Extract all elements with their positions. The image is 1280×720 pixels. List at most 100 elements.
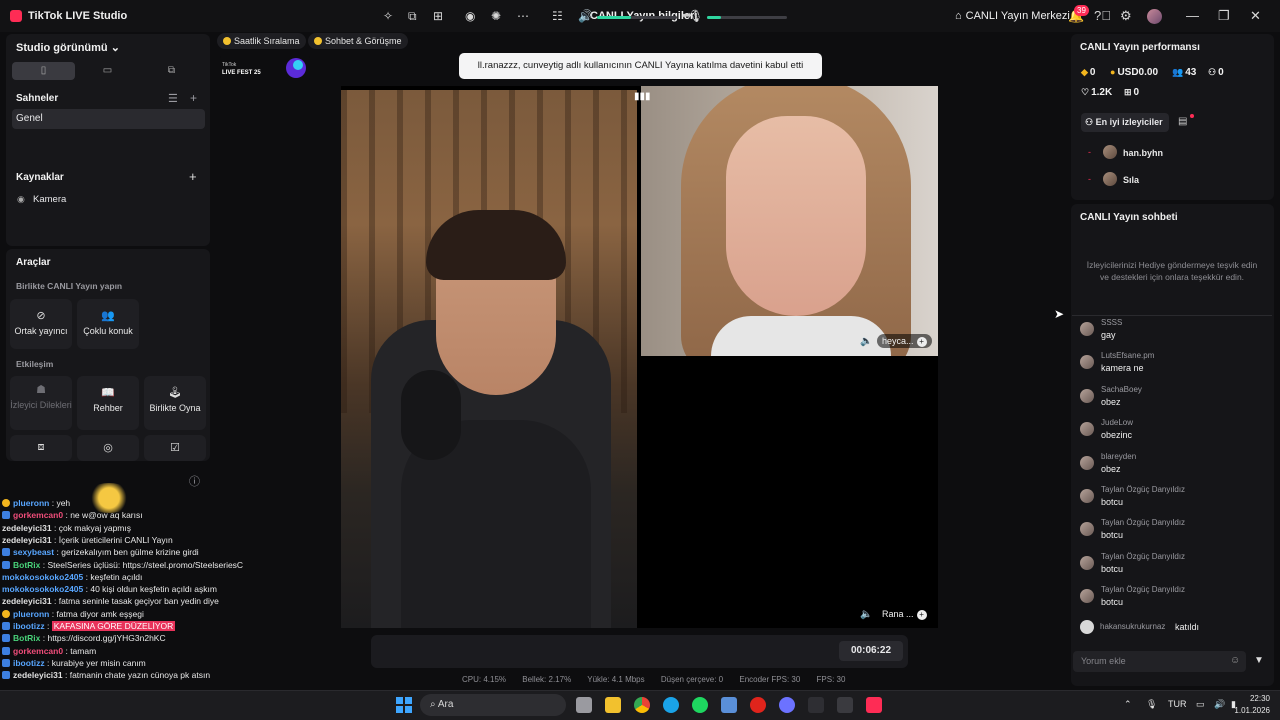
app-icon[interactable] xyxy=(808,697,824,713)
chat-username[interactable]: mokokosokoko2405 xyxy=(2,572,83,582)
language-indicator[interactable]: TUR xyxy=(1168,699,1187,709)
dual-view-button[interactable]: ⧉ xyxy=(140,62,203,80)
edge-icon[interactable] xyxy=(663,697,679,713)
chat-username[interactable]: BotRix xyxy=(13,560,40,570)
comment-input[interactable]: Yorum ekle xyxy=(1073,651,1246,672)
chat-username[interactable]: BotRix xyxy=(13,633,40,643)
chat-username[interactable]: Taylan Özgüç Danyıldız xyxy=(1101,552,1185,561)
top-viewer-1[interactable]: han.byhn xyxy=(1103,145,1163,159)
help-circle-icon[interactable]: ⓘ xyxy=(189,473,200,489)
steam-icon[interactable] xyxy=(721,697,737,713)
microphone-icon[interactable]: 🎙 xyxy=(1146,699,1157,710)
opera-icon[interactable] xyxy=(750,697,766,713)
cohost-button[interactable]: ⊘ Ortak yayıncı xyxy=(10,299,72,349)
source-item-camera[interactable]: Kamera xyxy=(33,194,66,205)
play-together-button[interactable]: 🕹 Birlikte Oyna xyxy=(144,376,206,430)
volume-icon[interactable]: 🔊 xyxy=(1214,699,1225,710)
microphone-icon[interactable]: 🎙 xyxy=(688,9,703,23)
chrome-icon[interactable] xyxy=(634,697,650,713)
chat-username[interactable]: gorkemcan0 xyxy=(13,510,63,520)
chat-username[interactable]: gorkemcan0 xyxy=(13,646,63,656)
chat-username[interactable]: Taylan Özgüç Danyıldız xyxy=(1101,485,1185,494)
chat-username[interactable]: zedeleyici31 xyxy=(2,523,52,533)
spotify-icon[interactable] xyxy=(692,697,708,713)
sliders-icon[interactable]: ☷ xyxy=(552,9,563,23)
speaker-icon[interactable]: 🔈 xyxy=(860,336,872,347)
minimize-icon[interactable]: — xyxy=(1186,8,1199,23)
windows-start-icon[interactable] xyxy=(396,697,412,713)
file-explorer-icon[interactable] xyxy=(605,697,621,713)
join-user[interactable]: hakansukrukurnaz xyxy=(1100,622,1165,631)
hourly-ranking-chip[interactable]: Saatlik Sıralama xyxy=(217,33,306,49)
monitor-icon[interactable]: ▭ xyxy=(1196,699,1205,710)
chat-message: obezinc xyxy=(1101,430,1133,441)
list-icon[interactable]: ☰ xyxy=(168,92,178,105)
viewer-requests-button[interactable]: ☗ İzleyici Dilekleri xyxy=(10,376,72,430)
maximize-icon[interactable]: ❐ xyxy=(1218,8,1230,24)
chat-username[interactable]: mokokosokoko2405 xyxy=(2,584,83,594)
add-media-icon[interactable]: ⊞ xyxy=(433,9,443,23)
chat-username[interactable]: zedeleyici31 xyxy=(2,535,52,545)
chat-username[interactable]: ibootizz xyxy=(13,658,45,668)
close-icon[interactable]: ✕ xyxy=(1250,8,1261,24)
top-viewers-tab[interactable]: ⚇ En iyi izleyiciler xyxy=(1081,113,1169,132)
chevron-up-icon[interactable]: ⌃ xyxy=(1124,699,1132,710)
more-icon[interactable]: ⋯ xyxy=(517,9,529,23)
portrait-view-button[interactable]: ▯ xyxy=(12,62,75,80)
scenes-title: Sahneler xyxy=(16,93,59,104)
landscape-view-button[interactable]: ▭ xyxy=(76,62,139,80)
avatar xyxy=(1080,388,1094,403)
magic-wand-icon[interactable]: ✧ xyxy=(383,9,393,23)
top-viewer-2[interactable]: Sıla xyxy=(1103,172,1139,186)
clock-date[interactable]: 1.01.2026 xyxy=(1231,706,1270,715)
avatar[interactable] xyxy=(1147,9,1162,24)
guide-button[interactable]: 📖 Rehber xyxy=(77,376,139,430)
tool-extra-3[interactable]: ☑ xyxy=(144,435,206,461)
tool-extra-1[interactable]: ⧈ xyxy=(10,435,72,461)
add-source-icon[interactable]: + xyxy=(189,169,197,184)
filter-icon[interactable]: ▼ xyxy=(1254,655,1264,666)
guest2-label[interactable]: Rana ... + xyxy=(877,607,932,621)
scene-item-genel[interactable]: Genel xyxy=(12,109,205,129)
help-icon[interactable]: ?⃝ xyxy=(1094,8,1111,23)
record-icon[interactable]: ◉ xyxy=(465,9,475,23)
chat-username[interactable]: Taylan Özgüç Danyıldız xyxy=(1101,585,1185,594)
speaker-volume-icon[interactable]: 🔊 xyxy=(578,9,593,23)
multi-guest-label: Çoklu konuk xyxy=(83,326,133,336)
chat-username[interactable]: SSSS xyxy=(1101,318,1122,327)
chat-meeting-chip[interactable]: Sohbet & Görüşme xyxy=(308,33,408,49)
discord-icon[interactable] xyxy=(779,697,795,713)
list-icon[interactable]: ▤ xyxy=(1178,116,1187,127)
chat-username[interactable]: blareyden xyxy=(1101,452,1136,461)
taskbar-search[interactable]: ⌕ Ara xyxy=(420,694,566,716)
multi-guest-button[interactable]: 👥 Çoklu konuk xyxy=(77,299,139,349)
app-icon[interactable] xyxy=(837,697,853,713)
chat-username[interactable]: JudeLow xyxy=(1101,418,1133,427)
gear-icon[interactable]: ⚙ xyxy=(1120,8,1132,24)
add-scene-icon[interactable]: + xyxy=(190,91,197,105)
clock-time[interactable]: 22:30 xyxy=(1247,694,1270,703)
top-viewers-label: En iyi izleyiciler xyxy=(1095,117,1163,127)
guest1-label[interactable]: heyca... + xyxy=(877,334,932,348)
chat-username[interactable]: zedeleyici31 xyxy=(13,670,63,680)
speaker-icon[interactable]: 🔈 xyxy=(860,609,872,620)
chat-username[interactable]: plueronn xyxy=(13,609,49,619)
chat-message: kurabiye yer misin canım xyxy=(51,657,146,668)
tiktok-live-icon[interactable] xyxy=(866,697,882,713)
studio-view-dropdown[interactable]: Studio görünümü ⌄ xyxy=(16,41,120,54)
task-view-icon[interactable] xyxy=(576,697,592,713)
chat-username[interactable]: LutsEfsane.pm xyxy=(1101,351,1154,360)
chat-username[interactable]: zedeleyici31 xyxy=(2,596,52,606)
emoji-icon[interactable]: ☺ xyxy=(1230,655,1240,666)
chat-username[interactable]: SachaBoey xyxy=(1101,385,1142,394)
guest-camera-feed[interactable] xyxy=(641,86,938,356)
chat-username[interactable]: Taylan Özgüç Danyıldız xyxy=(1101,518,1185,527)
layout-icon[interactable]: ⧉ xyxy=(408,9,417,24)
chat-username[interactable]: plueronn xyxy=(13,498,49,508)
effects-icon[interactable]: ✺ xyxy=(491,9,501,23)
chat-username[interactable]: sexybeast xyxy=(13,547,54,557)
live-center-button[interactable]: ⌂ CANLI Yayın Merkezi xyxy=(955,10,1070,22)
live-fest-banner[interactable]: TikTok LIVE FEST 25 xyxy=(220,56,310,80)
tool-extra-2[interactable]: ◎ xyxy=(77,435,139,461)
chat-username[interactable]: ibootizz xyxy=(13,621,45,631)
